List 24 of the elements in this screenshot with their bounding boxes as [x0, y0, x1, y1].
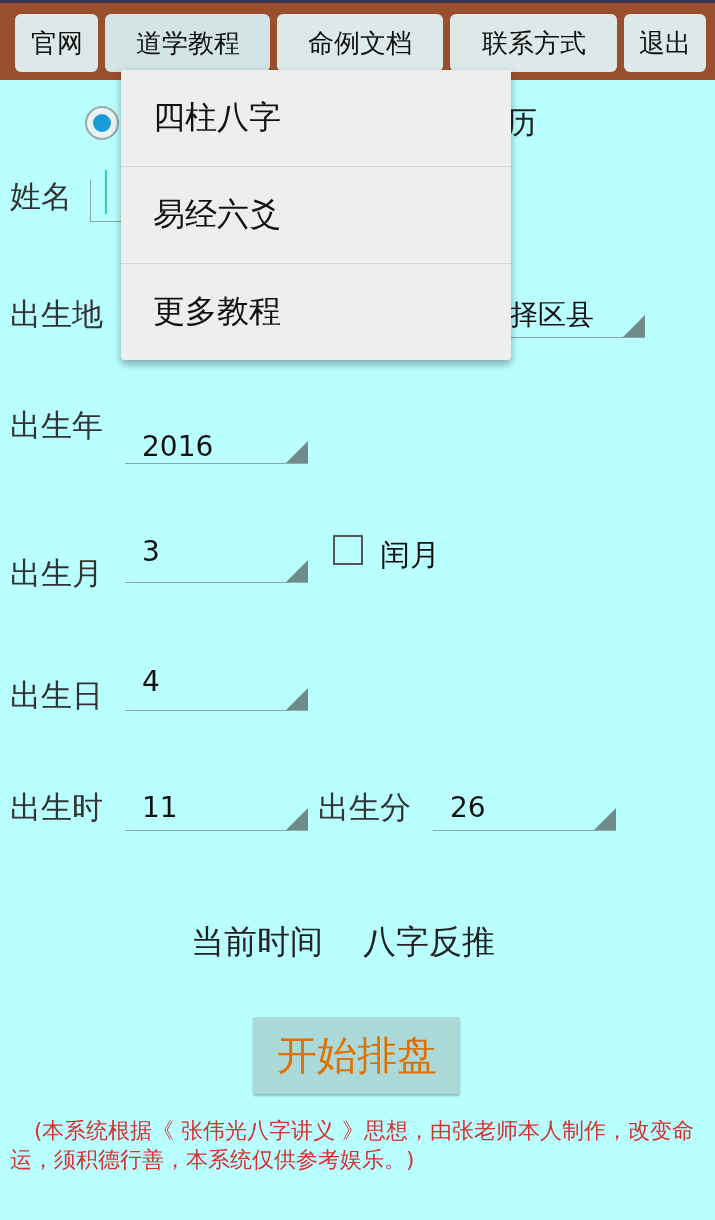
- minute-dropdown[interactable]: 26: [433, 784, 616, 831]
- action-button[interactable]: 当前时间: [190, 920, 323, 965]
- field-label: 出生分: [318, 787, 412, 827]
- action-button[interactable]: 八字反推: [362, 920, 495, 965]
- year-dropdown[interactable]: 2016: [125, 409, 308, 464]
- nav-button[interactable]: 联系方式: [450, 14, 617, 72]
- menu-item[interactable]: 更多教程: [121, 263, 511, 360]
- hour-dropdown[interactable]: 11: [125, 784, 308, 831]
- menu-item[interactable]: 易经六爻: [121, 166, 511, 263]
- nav-button[interactable]: 退出: [624, 14, 706, 72]
- nav-button[interactable]: 道学教程: [105, 14, 270, 72]
- field-label: 出生日: [10, 676, 104, 715]
- nav-button[interactable]: 官网: [15, 14, 98, 72]
- day-dropdown[interactable]: 4: [125, 665, 308, 711]
- disclaimer-text: (本系统根据《 张伟光八字讲义 》思想，由张老师本人制作，改变命运，须积德行善，本系统仅供参考娱乐。): [10, 1117, 696, 1174]
- month-dropdown[interactable]: 3: [125, 535, 308, 583]
- field-label: 出生月: [10, 554, 104, 593]
- field-label: 出生地: [10, 295, 104, 334]
- nav-button[interactable]: 命例文档: [277, 14, 443, 72]
- field-label: 出生年: [10, 406, 104, 445]
- checkbox-label: 闰月: [380, 536, 440, 574]
- field-label: 姓名: [10, 177, 73, 216]
- menu-item[interactable]: 四柱八字: [121, 70, 511, 166]
- field-label: 出生时: [10, 787, 104, 827]
